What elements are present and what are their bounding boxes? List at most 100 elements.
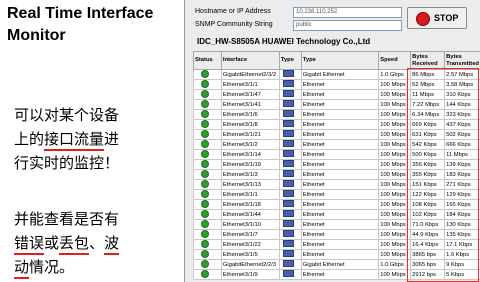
column-header-interface[interactable]: Interface: [220, 51, 280, 70]
interface-cell: Ethernet3/1/1: [220, 79, 280, 90]
speed-cell: 100 Mbps: [378, 139, 412, 150]
type-cell: Ethernet: [300, 219, 380, 230]
stop-button-label: STOP: [434, 13, 459, 23]
traffic-highlight-box: [407, 68, 479, 282]
ethernet-port-icon: [282, 130, 294, 138]
type-icon-cell: [278, 229, 302, 240]
table-header-row: Status Interface Type Type Speed Bytes R…: [193, 51, 480, 70]
type-cell: Ethernet: [300, 109, 380, 120]
interface-cell: Ethernet3/1/1: [220, 189, 280, 200]
status-up-icon: [201, 120, 209, 129]
type-icon-cell: [278, 129, 302, 140]
ethernet-port-icon: [282, 70, 294, 78]
stop-button[interactable]: STOP: [407, 7, 467, 29]
interface-cell: Ethernet3/1/44: [220, 209, 280, 220]
underlined-term-interface-traffic: 接口流量: [44, 130, 105, 151]
status-cell: [193, 79, 222, 90]
ethernet-port-icon: [282, 210, 294, 218]
column-header-type[interactable]: Type: [300, 51, 380, 70]
description-errors: 并能查看是否有 错误或丢包、波 动情况。: [14, 207, 194, 279]
speed-cell: 100 Mbps: [378, 149, 412, 160]
community-input[interactable]: public: [293, 20, 402, 31]
description-text: 进: [104, 130, 120, 148]
type-icon-cell: [278, 199, 302, 210]
status-up-icon: [201, 170, 209, 179]
ethernet-port-icon: [282, 110, 294, 118]
column-header-status[interactable]: Status: [193, 51, 222, 70]
status-cell: [193, 249, 222, 260]
type-cell: Ethernet: [300, 189, 380, 200]
hostname-input[interactable]: 10.238.110.252: [293, 7, 402, 18]
speed-cell: 100 Mbps: [378, 169, 412, 180]
type-icon-cell: [278, 79, 302, 90]
type-cell: Ethernet: [300, 269, 380, 280]
speed-cell: 100 Mbps: [378, 159, 412, 170]
status-up-icon: [201, 90, 209, 99]
ethernet-port-icon: [282, 200, 294, 208]
column-header-type-icon[interactable]: Type: [278, 51, 302, 70]
status-up-icon: [201, 230, 209, 239]
speed-cell: 100 Mbps: [378, 189, 412, 200]
interface-cell: Ethernet3/1/18: [220, 199, 280, 210]
description-text: 上的: [14, 130, 45, 148]
description-line: 可以对某个设备: [14, 106, 120, 124]
interface-cell: Ethernet3/1/14: [220, 149, 280, 160]
status-cell: [193, 229, 222, 240]
ethernet-port-icon: [282, 120, 294, 128]
status-cell: [193, 259, 222, 270]
interface-cell: Ethernet3/1/19: [220, 159, 280, 170]
ethernet-port-icon: [282, 220, 294, 228]
interface-cell: Ethernet3/1/22: [220, 239, 280, 250]
speed-cell: 100 Mbps: [378, 129, 412, 140]
status-up-icon: [201, 200, 209, 209]
column-header-speed[interactable]: Speed: [378, 51, 412, 70]
status-up-icon: [201, 150, 209, 159]
speed-cell: 1.0 Gbps: [378, 259, 412, 270]
ethernet-port-icon: [282, 170, 294, 178]
type-cell: Ethernet: [300, 239, 380, 250]
type-cell: Gigabit Ethernet: [300, 69, 380, 80]
type-icon-cell: [278, 269, 302, 280]
interface-cell: Ethernet3/1/21: [220, 129, 280, 140]
status-cell: [193, 179, 222, 190]
speed-cell: 100 Mbps: [378, 109, 412, 120]
interface-cell: Ethernet3/1/47: [220, 89, 280, 100]
status-cell: [193, 199, 222, 210]
type-icon-cell: [278, 239, 302, 250]
interface-cell: Ethernet3/1/5: [220, 249, 280, 260]
status-up-icon: [201, 130, 209, 139]
status-up-icon: [201, 210, 209, 219]
status-up-icon: [201, 220, 209, 229]
speed-cell: 100 Mbps: [378, 179, 412, 190]
type-icon-cell: [278, 169, 302, 180]
type-cell: Gigabit Ethernet: [300, 259, 380, 270]
type-icon-cell: [278, 109, 302, 120]
type-cell: Ethernet: [300, 229, 380, 240]
type-cell: Ethernet: [300, 249, 380, 260]
interface-cell: GigabitEthernet2/2/3: [220, 259, 280, 270]
hostname-label: Hostname or IP Address: [195, 8, 271, 15]
status-cell: [193, 139, 222, 150]
ethernet-port-icon: [282, 80, 294, 88]
underlined-term-fluctuation-2: 动: [14, 258, 30, 279]
ethernet-port-icon: [282, 240, 294, 248]
description-monitor: 可以对某个设备 上的接口流量进 行实时的监控！: [14, 103, 194, 175]
interface-cell: Ethernet3/1/10: [220, 219, 280, 230]
interface-cell: GigabitEthernet2/3/2: [220, 69, 280, 80]
connection-panel: Hostname or IP Address 10.238.110.252 SN…: [185, 0, 480, 36]
speed-cell: 100 Mbps: [378, 229, 412, 240]
ethernet-port-icon: [282, 190, 294, 198]
status-up-icon: [201, 100, 209, 109]
type-cell: Ethernet: [300, 89, 380, 100]
type-cell: Ethernet: [300, 209, 380, 220]
status-cell: [193, 119, 222, 130]
ethernet-port-icon: [282, 270, 294, 278]
ethernet-port-icon: [282, 180, 294, 188]
status-up-icon: [201, 160, 209, 169]
type-cell: Ethernet: [300, 149, 380, 160]
column-header-bytes-received[interactable]: Bytes Received: [410, 51, 446, 70]
status-cell: [193, 239, 222, 250]
column-header-bytes-transmitted[interactable]: Bytes Transmitted: [444, 51, 480, 70]
status-up-icon: [201, 240, 209, 249]
status-cell: [193, 169, 222, 180]
